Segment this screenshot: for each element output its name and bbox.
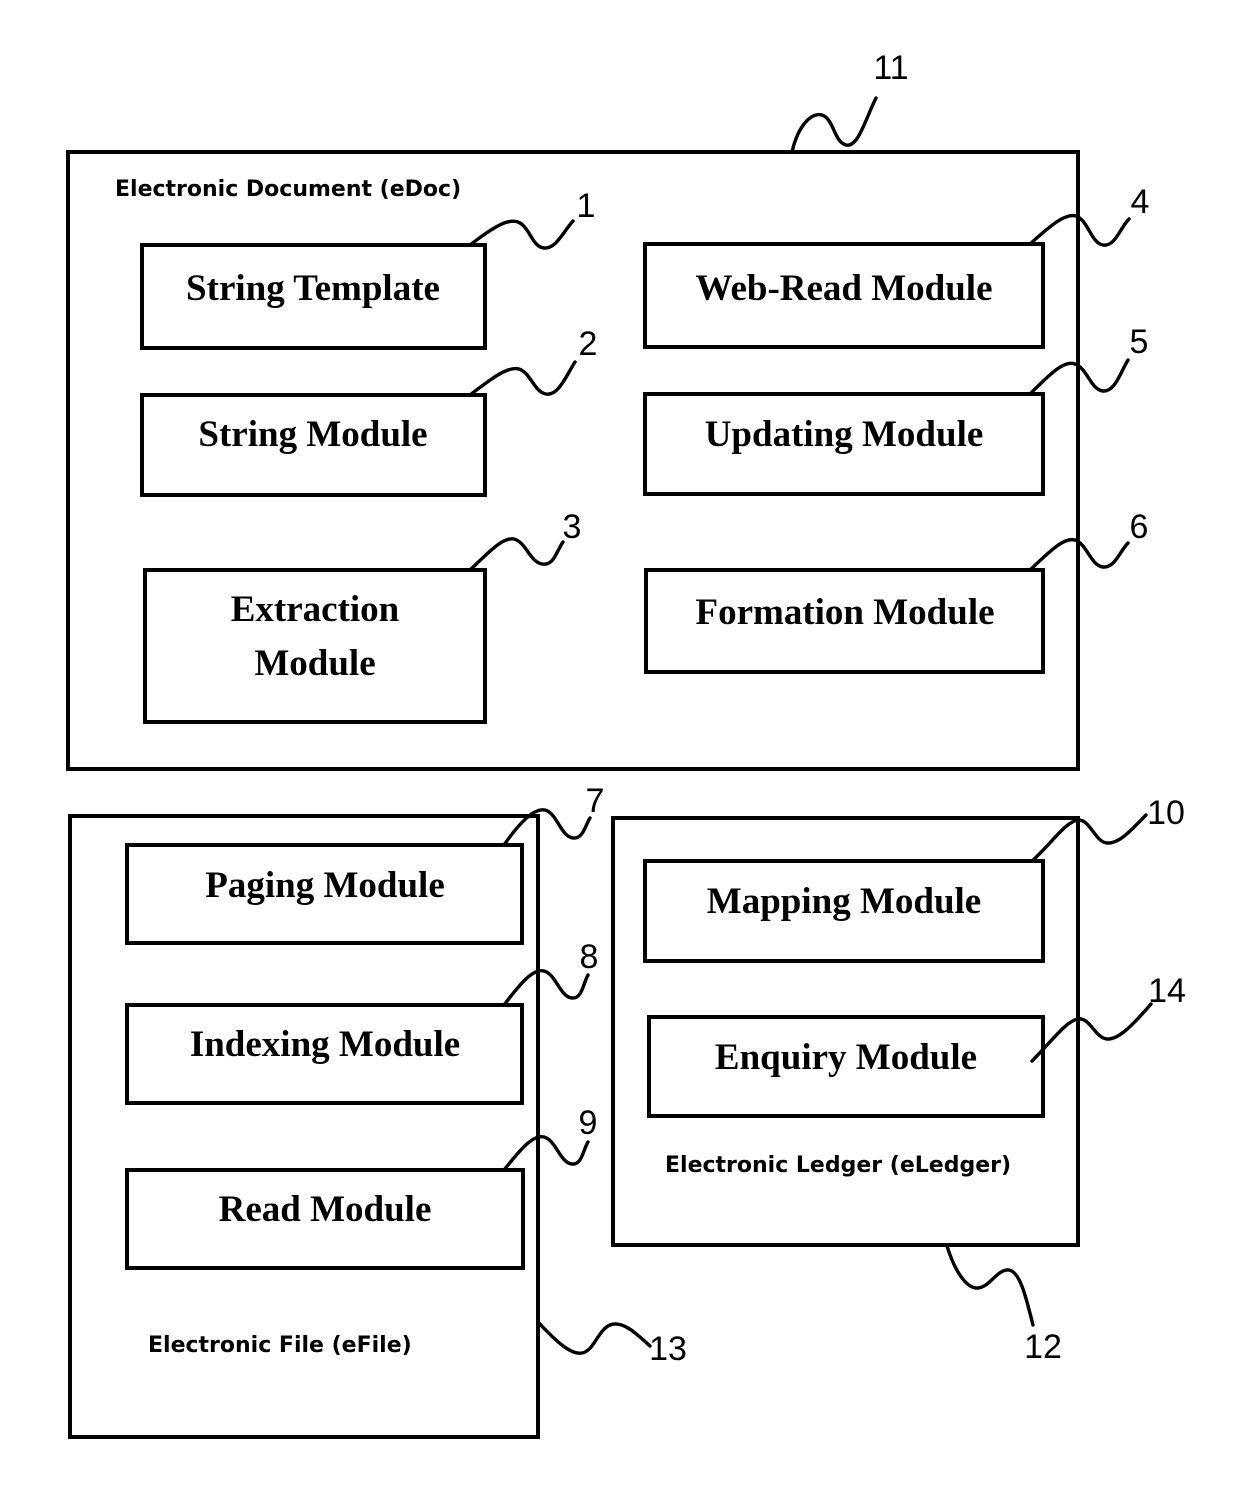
figure-canvas: Electronic Document (eDoc) Electronic Fi…: [0, 0, 1240, 1486]
module-formation-module-label: Formation Module: [695, 592, 994, 633]
module-enquiry-module-label: Enquiry Module: [715, 1037, 977, 1078]
module-updating-module-label: Updating Module: [705, 414, 984, 455]
ref-num-8: 8: [580, 938, 599, 976]
leadline-13: [536, 1320, 652, 1355]
leadline-12: [945, 1244, 1035, 1327]
module-string-template: String Template: [140, 243, 487, 350]
ref-num-9: 9: [579, 1104, 598, 1142]
ref-num-13: 13: [649, 1330, 687, 1368]
ref-num-1: 1: [577, 187, 596, 225]
module-formation-module: Formation Module: [644, 568, 1045, 674]
module-paging-module: Paging Module: [125, 843, 524, 945]
module-read-module-label: Read Module: [219, 1189, 432, 1230]
module-indexing-module-label: Indexing Module: [190, 1024, 460, 1065]
module-extraction-module-label-line1: Extraction: [231, 589, 400, 630]
ref-num-14: 14: [1148, 972, 1186, 1010]
block-diagram: Electronic Document (eDoc) Electronic Fi…: [66, 49, 1186, 1439]
ref-num-6: 6: [1130, 508, 1149, 546]
module-mapping-module: Mapping Module: [643, 859, 1045, 963]
ref-num-7: 7: [586, 782, 605, 820]
ref-num-10: 10: [1147, 794, 1185, 832]
container-efile-label: Electronic File (eFile): [148, 1333, 412, 1358]
ref-num-12: 12: [1024, 1328, 1062, 1366]
module-string-module-label: String Module: [198, 414, 427, 455]
module-read-module: Read Module: [125, 1168, 525, 1270]
module-paging-module-label: Paging Module: [205, 865, 445, 906]
module-string-module: String Module: [140, 393, 487, 497]
ref-num-5: 5: [1130, 323, 1149, 361]
module-extraction-module-label-line2: Module: [254, 643, 375, 684]
module-extraction-module: Extraction Module: [143, 568, 487, 724]
container-eledger-label: Electronic Ledger (eLedger): [665, 1153, 1011, 1178]
module-mapping-module-label: Mapping Module: [707, 881, 981, 922]
module-web-read-module: Web-Read Module: [643, 242, 1045, 349]
module-indexing-module: Indexing Module: [125, 1003, 524, 1105]
module-string-template-label: String Template: [186, 268, 440, 309]
module-web-read-module-label: Web-Read Module: [695, 268, 992, 309]
container-edoc-label: Electronic Document (eDoc): [115, 177, 461, 202]
module-enquiry-module: Enquiry Module: [647, 1015, 1045, 1118]
leadline-11: [790, 96, 878, 154]
module-updating-module: Updating Module: [643, 392, 1045, 496]
ref-num-3: 3: [563, 508, 582, 546]
ref-num-11: 11: [873, 49, 908, 87]
ref-num-4: 4: [1131, 183, 1150, 221]
ref-num-2: 2: [579, 325, 598, 363]
